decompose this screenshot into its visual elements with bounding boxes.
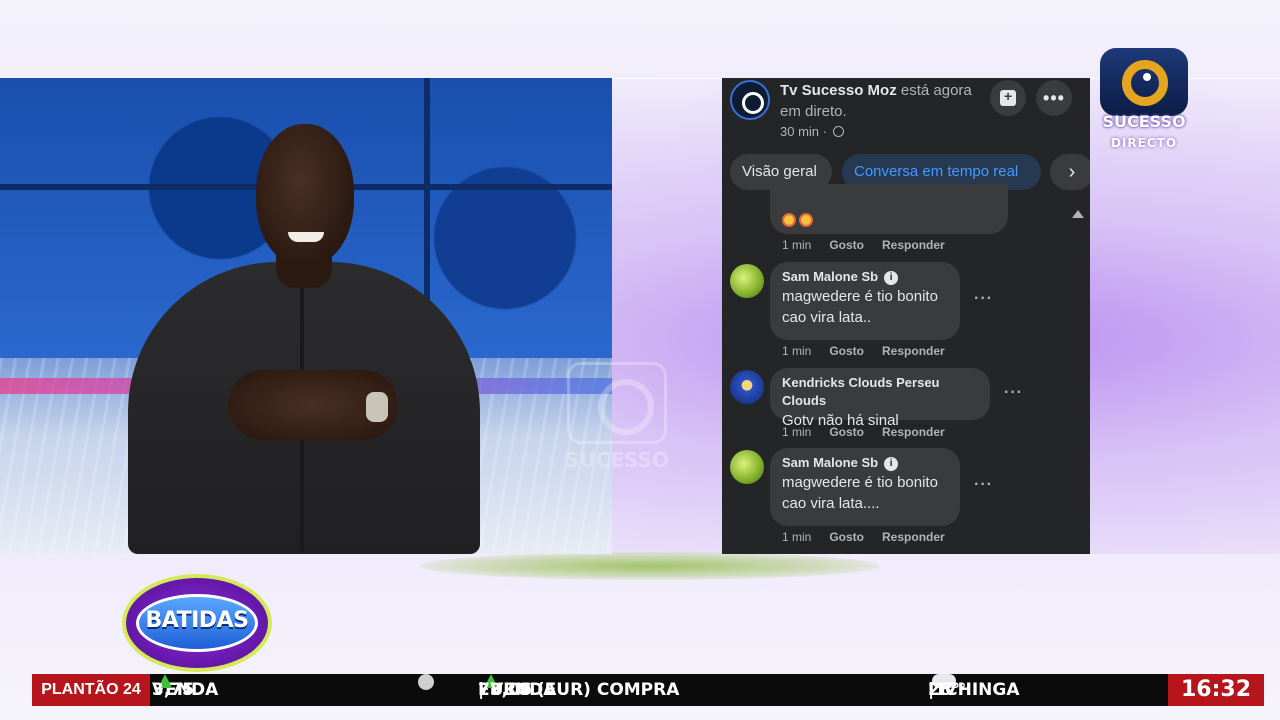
facebook-live-panel: Tv Sucesso Moz está agora em direto. 30 …	[722, 78, 1090, 554]
comment-bubble: Kendricks Clouds Perseu Clouds Gotv não …	[770, 368, 990, 429]
sucesso-eye-icon	[1122, 60, 1168, 106]
logo-name: SUCESSO	[1102, 112, 1186, 131]
comment-author[interactable]: Kendricks Clouds Perseu Clouds	[782, 374, 978, 410]
scroll-up-arrow-icon[interactable]	[1072, 210, 1084, 218]
program-badge: BATIDAS	[122, 574, 272, 672]
post-time: 30 min ·	[780, 124, 844, 139]
comment-time: 1 min	[782, 425, 812, 439]
comment-actions: 1 min Gosto Responder	[782, 344, 963, 358]
program-title: BATIDAS	[145, 608, 249, 633]
like-link[interactable]: Gosto	[829, 425, 864, 439]
comment-text-line: cao vira lata..	[782, 309, 872, 326]
reply-link[interactable]: Responder	[882, 530, 945, 544]
reply-link[interactable]: Responder	[882, 425, 945, 439]
tv-sucesso-avatar-icon[interactable]	[730, 80, 770, 120]
globe-icon	[832, 126, 844, 137]
avatar[interactable]	[730, 370, 764, 404]
chevron-right-icon: ›	[1068, 161, 1076, 183]
presenter	[128, 122, 488, 554]
laughing-emoji-icon	[782, 213, 796, 227]
comment-text-line: magwedere é tio bonito	[782, 288, 938, 305]
emoji-reaction	[782, 210, 816, 231]
info-badge-icon: i	[884, 457, 899, 471]
page-name-link[interactable]: Tv Sucesso Moz	[780, 82, 897, 99]
comment-author[interactable]: Sam Malone Sb i	[782, 268, 948, 286]
news-ticker: PLANTÃO 24 VENDA 3,75 EURO (EUR) COMPRA 73…	[32, 674, 1264, 706]
like-link[interactable]: Gosto	[829, 238, 864, 252]
reply-link[interactable]: Responder	[882, 238, 945, 252]
comment-time: 1 min	[782, 344, 812, 358]
avatar[interactable]	[730, 264, 764, 298]
video-watermark: SUCESSO	[565, 362, 669, 472]
like-link[interactable]: Gosto	[829, 530, 864, 544]
background-accent	[420, 552, 880, 580]
avatar[interactable]	[730, 450, 764, 484]
watermark-text: SUCESSO	[565, 448, 669, 472]
logo-box	[1100, 48, 1188, 116]
comment-bubble	[770, 184, 1008, 234]
comment-more-icon[interactable]: ···	[974, 476, 993, 494]
post-time-text: 30 min ·	[780, 124, 827, 139]
bullet-dot-icon	[418, 674, 434, 690]
post-header: Tv Sucesso Moz está agora em direto.	[780, 80, 990, 122]
info-badge-icon: i	[884, 271, 899, 285]
comment-actions: 1 min Gosto Responder	[782, 238, 963, 252]
comment-more-icon[interactable]: ···	[974, 290, 993, 308]
presenter-smile	[288, 232, 324, 242]
laughing-emoji-icon	[799, 213, 813, 227]
comment-actions: 1 min Gosto Responder	[782, 425, 963, 439]
save-button[interactable]	[990, 80, 1026, 116]
presenter-head	[256, 124, 354, 266]
ticker-tag: PLANTÃO 24	[32, 674, 150, 706]
comment-text-line: magwedere é tio bonito	[782, 474, 938, 491]
reply-link[interactable]: Responder	[882, 344, 945, 358]
tabs-next-button[interactable]: ›	[1050, 154, 1090, 190]
studio-video-feed	[0, 78, 612, 554]
comment-time: 1 min	[782, 238, 812, 252]
presenter-watch	[366, 392, 388, 422]
ticker-weather: LICHINGA 28° | 17°	[928, 674, 1020, 706]
comment-time: 1 min	[782, 530, 812, 544]
channel-logo: SUCESSO DIRECTO	[1098, 46, 1190, 156]
comment-bubble: Sam Malone Sb i magwedere é tio bonito ca…	[770, 262, 960, 340]
logo-subtitle: DIRECTO	[1110, 136, 1178, 150]
save-bookmark-icon	[1000, 88, 1016, 106]
comment-bubble: Sam Malone Sb i magwedere é tio bonito ca…	[770, 448, 960, 526]
more-options-icon: •••	[1043, 87, 1065, 108]
comment-author[interactable]: Sam Malone Sb i	[782, 454, 948, 472]
comment-text-line: cao vira lata....	[782, 495, 880, 512]
watermark-logo-icon	[567, 362, 667, 444]
like-link[interactable]: Gosto	[829, 344, 864, 358]
ticker-clock: 16:32	[1168, 674, 1264, 706]
comment-more-icon[interactable]: ···	[1004, 384, 1023, 402]
ticker-crawl: VENDA 3,75 EURO (EUR) COMPRA 73,06 | VENDA…	[150, 674, 1166, 706]
comment-actions: 1 min Gosto Responder	[782, 530, 963, 544]
more-options-button[interactable]: •••	[1036, 80, 1072, 116]
